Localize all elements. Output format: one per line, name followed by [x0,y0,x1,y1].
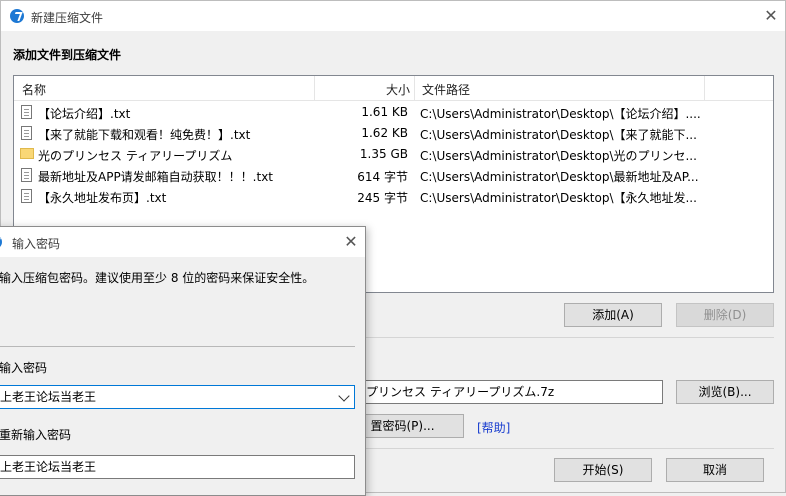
file-name: 【来了就能下载和观看！纯免费！】.txt [38,128,251,142]
file-size: 1.35 GB [359,147,408,161]
column-divider[interactable] [414,76,415,100]
list-header: 名称 大小 文件路径 [14,76,773,101]
delete-button[interactable]: 删除(D) [676,303,774,327]
file-size: 1.62 KB [361,126,408,140]
file-row[interactable]: 【来了就能下载和观看！纯免费！】.txt 1.62 KB C:\Users\Ad… [14,123,773,144]
password-label: 输入密码 [0,361,48,375]
password-combo[interactable]: 上老王论坛当老王 [0,385,355,409]
folder-icon [20,148,34,159]
file-path: C:\Users\Administrator\Desktop\【永久地址发... [420,191,697,205]
password-dialog: 输入密码 ✕ 输入压缩包密码。建议使用至少 8 位的密码来保证安全性。 输入密码… [0,226,366,496]
help-link[interactable]: [帮助] [477,419,510,436]
start-button[interactable]: 开始(S) [554,458,652,482]
file-path: C:\Users\Administrator\Desktop\光のプリンセ... [420,149,697,163]
text-file-icon [21,126,32,140]
file-row[interactable]: 【永久地址发布页】.txt 245 字节 C:\Users\Administra… [14,186,773,207]
file-size: 614 字节 [357,170,408,184]
dialog-title: 输入密码 [12,237,61,251]
column-size[interactable]: 大小 [386,81,410,98]
file-path: C:\Users\Administrator\Desktop\最新地址及AP..… [420,170,699,184]
add-button[interactable]: 添加(A) [564,303,662,327]
file-name: 【论坛介绍】.txt [38,107,131,121]
app-logo-icon [10,9,24,23]
column-divider[interactable] [314,76,315,100]
chevron-down-icon[interactable] [338,390,350,402]
dialog-description: 输入压缩包密码。建议使用至少 8 位的密码来保证安全性。 [0,271,315,285]
column-divider[interactable] [704,76,705,100]
file-path: C:\Users\Administrator\Desktop\【来了就能下... [420,128,697,142]
file-size: 1.61 KB [361,105,408,119]
divider [0,346,355,347]
file-path: C:\Users\Administrator\Desktop\【论坛介绍】...… [420,107,701,121]
file-row[interactable]: 【论坛介绍】.txt 1.61 KB C:\Users\Administrato… [14,102,773,123]
confirm-password-label: 重新输入密码 [0,428,72,442]
text-file-icon [21,105,32,119]
column-name[interactable]: 名称 [22,81,46,98]
dialog-title-bar: 输入密码 ✕ [0,227,365,257]
file-size: 245 字节 [357,191,408,205]
title-bar: 新建压缩文件 ✕ [1,1,785,31]
section-title: 添加文件到压缩文件 [13,48,122,62]
close-icon[interactable]: ✕ [341,232,361,252]
file-name: 【永久地址发布页】.txt [38,191,167,205]
window-title: 新建压缩文件 [31,11,104,25]
cancel-button[interactable]: 取消 [666,458,764,482]
password-value: 上老王论坛当老王 [0,390,97,404]
close-icon[interactable]: ✕ [761,6,781,26]
confirm-password-input[interactable]: 上老王论坛当老王 [0,455,355,479]
archive-path-input[interactable]: プリンセス ティアリープリズム.7z [361,380,663,404]
column-path[interactable]: 文件路径 [422,81,470,98]
text-file-icon [21,189,32,203]
browse-button[interactable]: 浏览(B)... [676,380,774,404]
file-row[interactable]: 最新地址及APP请发邮箱自动获取！！！.txt 614 字节 C:\Users\… [14,165,773,186]
app-logo-icon [0,235,2,249]
file-name: 光のプリンセス ティアリープリズム [38,149,233,163]
text-file-icon [21,168,32,182]
file-name: 最新地址及APP请发邮箱自动获取！！！.txt [38,170,274,184]
file-row[interactable]: 光のプリンセス ティアリープリズム 1.35 GB C:\Users\Admin… [14,144,773,165]
